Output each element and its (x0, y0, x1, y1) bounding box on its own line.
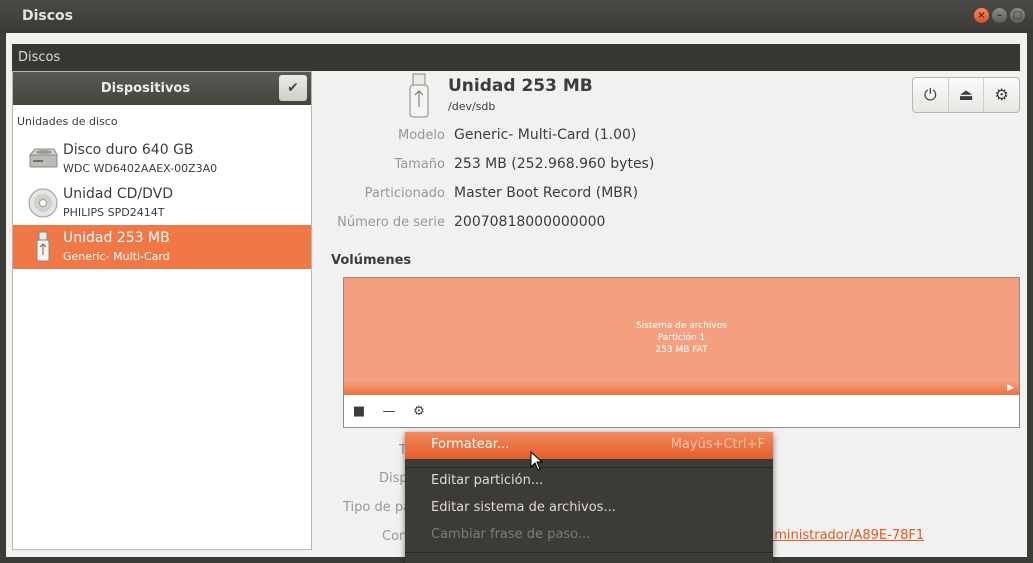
prop-key: Número de serie (337, 215, 445, 230)
minimize-icon[interactable]: – (992, 8, 1007, 23)
device-subtitle: WDC WD6402AAEX-00Z3A0 (63, 162, 218, 175)
mount-point-link[interactable]: dministrador/A89E-78F1 (766, 528, 924, 543)
partition-settings-button[interactable]: ⚙ (404, 396, 434, 427)
drive-title: Unidad 253 MB (448, 76, 593, 96)
drive-toolbar: ⏻ ⏏ ⚙ (912, 77, 1020, 113)
menu-item-label: Editar partición... (431, 473, 544, 488)
sidebar-item-usb[interactable]: Unidad 253 MB Generic- Multi-Card (13, 225, 311, 269)
power-icon: ⏻ (924, 85, 937, 104)
volume-toolbar: ■ — ⚙ (344, 396, 434, 427)
menu-item-format[interactable]: Formatear... Mayús+Ctrl+F (405, 432, 773, 459)
sidebar-header-label: Dispositivos (100, 81, 191, 96)
sidebar-header: Dispositivos ✔ (13, 72, 311, 105)
eject-icon: ⏏ (958, 85, 974, 104)
check-icon: ✔ (287, 80, 299, 96)
menu-item-change-passphrase: Cambiar frase de paso... (405, 522, 773, 549)
prop-key: Con (382, 529, 408, 544)
close-icon[interactable]: × (974, 8, 989, 23)
partition-bar (344, 381, 1019, 395)
menu-separator (405, 552, 773, 553)
power-off-button[interactable]: ⏻ (913, 78, 948, 112)
menu-item-label: Editar sistema de archivos... (431, 500, 616, 515)
prop-value: 20070818000000000 (454, 214, 606, 230)
maximize-icon[interactable]: □ (1010, 8, 1025, 23)
drive-path: /dev/sdb (448, 100, 496, 113)
gears-icon: ⚙ (413, 404, 425, 419)
partition-label: Sistema de archivos Partición 1 253 MB F… (344, 320, 1019, 356)
prop-key: Tamaño (394, 157, 445, 172)
partition-block[interactable]: Sistema de archivos Partición 1 253 MB F… (344, 278, 1019, 395)
play-icon: ▶ (1007, 383, 1014, 393)
section-label: Unidades de disco (17, 115, 118, 128)
menu-item-label: Formatear... (431, 437, 510, 452)
hard-disk-icon (28, 148, 58, 168)
menu-item-accel: Mayús+Ctrl+F (670, 437, 765, 452)
context-menu: Formatear... Mayús+Ctrl+F Editar partici… (405, 432, 773, 563)
prop-value: Generic- Multi-Card (1.00) (454, 127, 637, 143)
volumes-map: Sistema de archivos Partición 1 253 MB F… (343, 277, 1020, 428)
drive-settings-button[interactable]: ⚙ (983, 78, 1019, 112)
prop-key: Particionado (364, 186, 445, 201)
device-subtitle: PHILIPS SPD2414T (63, 206, 165, 219)
mouse-cursor-icon (530, 451, 544, 471)
minus-icon: — (382, 404, 396, 419)
app-menu-label[interactable]: Discos (18, 50, 60, 65)
stop-button[interactable]: ■ (344, 396, 374, 427)
window-title: Discos (22, 8, 74, 24)
device-name: Unidad 253 MB (63, 230, 170, 246)
devices-sidebar: Dispositivos ✔ Unidades de disco Disco d… (12, 71, 312, 550)
window-controls: × – □ (974, 8, 1025, 23)
app-menubar[interactable]: Discos (12, 44, 1020, 71)
device-name: Disco duro 640 GB (63, 142, 194, 158)
menu-item-label: Cambiar frase de paso... (431, 527, 591, 542)
usb-drive-icon (36, 231, 50, 262)
menu-item-edit-filesystem[interactable]: Editar sistema de archivos... (405, 495, 773, 522)
gear-icon: ⚙ (994, 85, 1009, 104)
window-titlebar[interactable]: Discos × – □ (0, 0, 1033, 33)
delete-partition-button[interactable]: — (374, 396, 404, 427)
partition-line: Partición 1 (657, 333, 706, 343)
usb-drive-icon (409, 73, 429, 118)
prop-value: 253 MB (252.968.960 bytes) (454, 156, 655, 172)
prop-key: Modelo (398, 128, 445, 143)
device-name: Unidad CD/DVD (63, 186, 173, 202)
partition-line: 253 MB FAT (655, 345, 708, 355)
sidebar-item-optical[interactable]: Unidad CD/DVD PHILIPS SPD2414T (13, 181, 311, 225)
sidebar-item-hard-disk[interactable]: Disco duro 640 GB WDC WD6402AAEX-00Z3A0 (13, 137, 311, 181)
menu-item-edit-partition[interactable]: Editar partición... (405, 468, 773, 495)
volumes-heading: Volúmenes (331, 253, 412, 268)
stop-icon: ■ (352, 404, 366, 419)
device-subtitle: Generic- Multi-Card (63, 250, 170, 263)
prop-key: Tipo de pa (343, 500, 412, 515)
optical-disc-icon (28, 188, 58, 218)
prop-value: Master Boot Record (MBR) (454, 185, 639, 201)
partition-line: Sistema de archivos (636, 321, 727, 331)
select-mode-button[interactable]: ✔ (279, 75, 307, 101)
prop-key: Disp (379, 471, 408, 486)
eject-button[interactable]: ⏏ (947, 78, 984, 112)
